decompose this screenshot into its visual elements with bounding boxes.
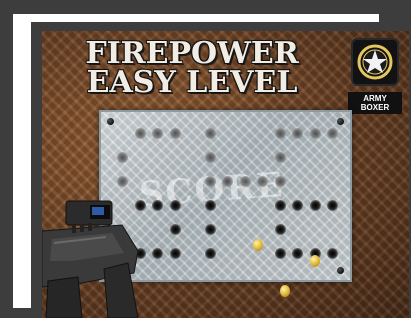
rivet-icon <box>337 267 344 274</box>
bullet-hole <box>204 224 216 235</box>
bullet-hole <box>309 128 321 139</box>
bullet-hole <box>327 200 338 211</box>
bullet-hole <box>169 200 181 211</box>
title-line-1: FIREPOWER <box>85 36 299 71</box>
army-boxer-logo: ARMY BOXER <box>348 38 402 114</box>
bullet-hole <box>327 248 338 259</box>
bullet-hole <box>152 248 163 259</box>
title-line-2: EASY LEVEL <box>86 65 298 100</box>
game-stage[interactable]: FIREPOWER EASY LEVEL ARMY BOXER SCORE <box>42 31 409 318</box>
bullet-hole <box>274 224 286 235</box>
bullet-hole <box>222 176 233 187</box>
bullet-hole <box>274 248 286 259</box>
bullet-hole <box>204 152 216 163</box>
bullet-hole <box>204 128 216 139</box>
bullet-hole <box>257 176 268 187</box>
bullet-hole <box>117 152 128 163</box>
bullet-hole <box>292 200 303 211</box>
bullet-hole <box>204 248 216 259</box>
bullet-casing-icon <box>253 239 263 251</box>
bullet-hole <box>309 200 321 211</box>
bullet-hole <box>274 176 286 187</box>
star-badge-icon <box>351 38 399 86</box>
game-title: FIREPOWER EASY LEVEL <box>42 36 342 100</box>
bullet-casing-icon <box>310 255 320 267</box>
brand-label: ARMY BOXER <box>348 92 402 114</box>
bullet-hole <box>274 128 286 139</box>
bullet-hole <box>239 176 251 187</box>
bullet-hole <box>292 128 303 139</box>
bullet-casing-icon <box>280 285 290 297</box>
rifle-icon <box>42 191 152 318</box>
bullet-hole <box>134 128 146 139</box>
bullet-hole <box>327 128 338 139</box>
bullet-hole <box>169 128 181 139</box>
rivet-icon <box>337 118 344 125</box>
bullet-hole <box>169 248 181 259</box>
bullet-hole <box>274 152 286 163</box>
bullet-hole <box>169 224 181 235</box>
bullet-hole <box>152 200 163 211</box>
bullet-hole <box>117 176 128 187</box>
bullet-hole <box>292 248 303 259</box>
bullet-hole <box>152 128 163 139</box>
bullet-hole <box>204 200 216 211</box>
bullet-hole <box>274 200 286 211</box>
bullet-hole <box>204 176 216 187</box>
rivet-icon <box>107 118 114 125</box>
